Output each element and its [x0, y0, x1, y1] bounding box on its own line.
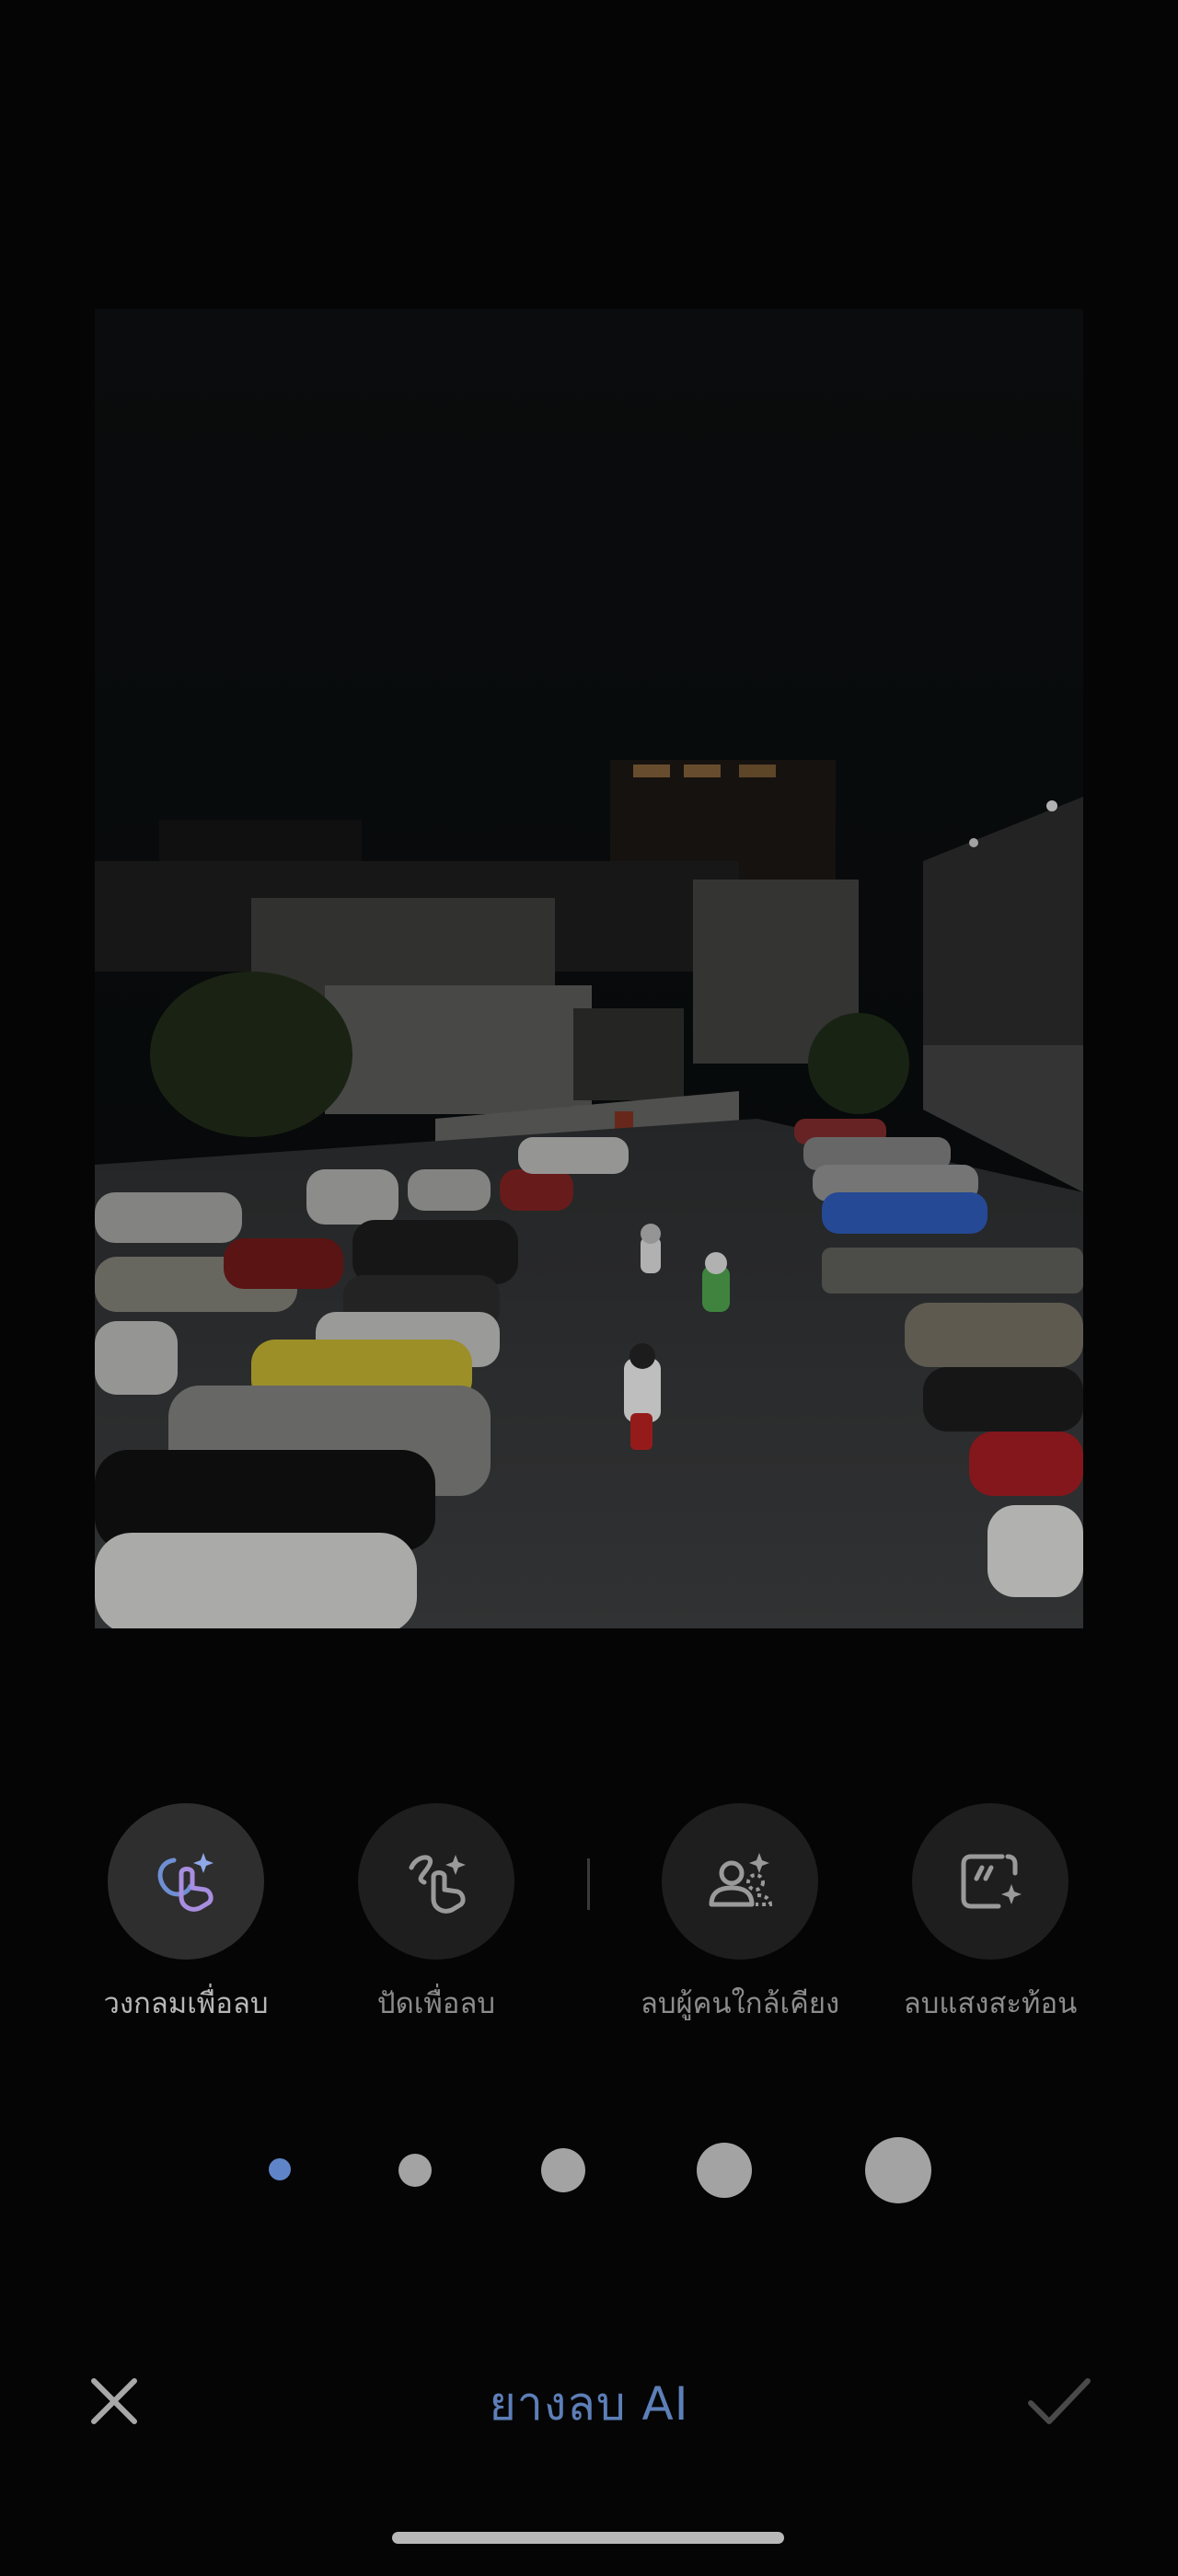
brush-size-5[interactable]	[865, 2137, 931, 2203]
bottom-bar: ยางลบ AI	[0, 2355, 1178, 2447]
brush-to-erase-icon	[409, 1855, 466, 1914]
tool-circle-to-erase-button[interactable]	[108, 1803, 264, 1960]
tool-remove-people-label: ลบผู้คนใกล้เคียง	[640, 1987, 840, 2020]
tool-circle-to-erase-label: วงกลมเพื่อลบ	[103, 1987, 269, 2020]
brush-size-2[interactable]	[398, 2154, 432, 2187]
check-icon	[1028, 2378, 1091, 2424]
tool-brush-to-erase[interactable]: ปัดเพื่อลบ	[317, 1803, 556, 2026]
screen-title: ยางลบ AI	[489, 2377, 689, 2431]
brush-size-selector	[0, 2116, 1178, 2226]
photo-preview[interactable]	[95, 309, 1083, 1628]
tool-circle-to-erase[interactable]: วงกลมเพื่อลบ	[66, 1803, 306, 2026]
tool-brush-to-erase-label: ปัดเพื่อลบ	[376, 1987, 496, 2020]
tool-remove-reflection-button[interactable]	[912, 1803, 1068, 1960]
night-parking-lot-image	[95, 309, 1083, 1628]
erase-tools: วงกลมเพื่อลบ ปัดเพื่อลบ ลบผู้คนใกล้เคียง	[0, 1803, 1178, 2033]
tools-divider	[587, 1858, 590, 1910]
home-indicator[interactable]	[392, 2532, 784, 2544]
remove-people-icon	[709, 1853, 773, 1907]
brush-size-3[interactable]	[541, 2148, 585, 2192]
brush-size-1[interactable]	[269, 2158, 291, 2180]
brush-size-4[interactable]	[697, 2143, 752, 2198]
tool-remove-people[interactable]: ลบผู้คนใกล้เคียง	[620, 1803, 860, 2026]
confirm-button[interactable]	[1025, 2372, 1093, 2431]
tool-brush-to-erase-button[interactable]	[358, 1803, 514, 1960]
tool-remove-people-button[interactable]	[662, 1803, 818, 1960]
circle-to-erase-icon	[157, 1853, 214, 1912]
tool-remove-reflection-label: ลบแสงสะท้อน	[903, 1987, 1078, 2020]
remove-reflection-icon	[961, 1854, 1022, 1909]
tool-remove-reflection[interactable]: ลบแสงสะท้อน	[871, 1803, 1110, 2026]
